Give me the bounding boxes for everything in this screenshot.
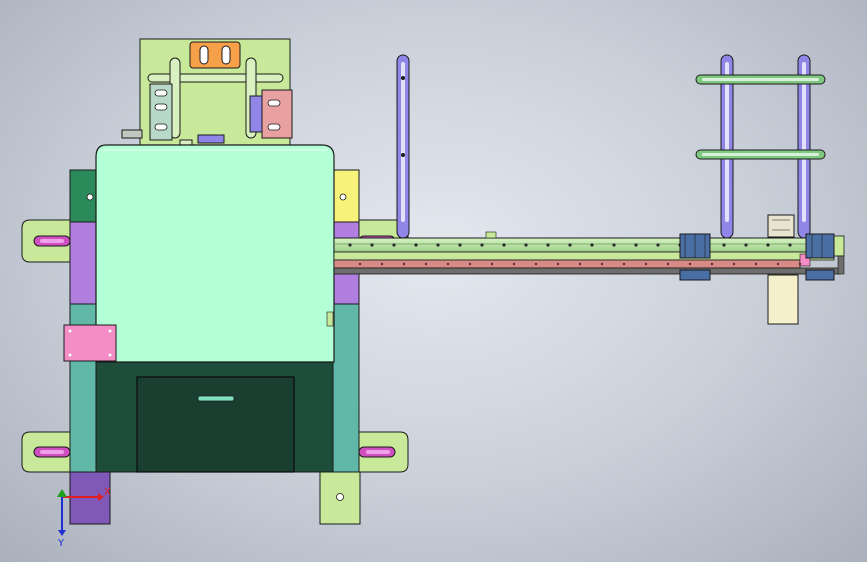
origin-marker	[57, 489, 67, 497]
belt-bolt	[644, 262, 648, 266]
lower-cabinet	[95, 361, 334, 473]
belt-bolt	[512, 262, 516, 266]
rail-bolt	[634, 243, 638, 247]
main-hood	[95, 144, 335, 363]
purple-column-block	[69, 221, 97, 305]
belt-bolt	[424, 262, 428, 266]
rail-top	[333, 237, 835, 253]
belt-bolt	[622, 262, 626, 266]
rail-bolt	[656, 243, 660, 247]
rail-bolt	[744, 243, 748, 247]
horizontal-slot-bar	[147, 73, 284, 83]
rail-bolt	[766, 243, 770, 247]
pink-label-plate	[63, 324, 117, 362]
belt-bolt	[776, 262, 780, 266]
motor-unit-left	[679, 233, 711, 281]
belt-bolt	[578, 262, 582, 266]
orange-clamp-block	[189, 41, 241, 69]
belt-bolt	[688, 262, 692, 266]
rail-bolt	[348, 243, 352, 247]
top-bracket-assembly	[121, 38, 293, 147]
left-vertical-slide	[396, 54, 410, 239]
machine-drawing: X Y	[21, 38, 845, 549]
rail-bolt	[436, 243, 440, 247]
rail-bolt	[524, 243, 528, 247]
rail-bolt	[546, 243, 550, 247]
belt-bolt	[534, 262, 538, 266]
hanging-cream-block	[767, 274, 799, 325]
belt-bolt	[710, 262, 714, 266]
belt-bolt	[556, 262, 560, 266]
gear-housing	[767, 214, 795, 238]
rail-bolt	[722, 243, 726, 247]
rail-bolt	[370, 243, 374, 247]
belt-bolt	[358, 262, 362, 266]
conveyor-arm	[333, 231, 845, 275]
left-mounting-feet	[21, 219, 71, 473]
drawer-handle	[197, 395, 235, 402]
salmon-plate	[261, 89, 293, 139]
hood-panel	[95, 144, 335, 363]
belt-bolt	[490, 262, 494, 266]
y-axis-label: Y	[57, 538, 65, 549]
belt-bolt	[732, 262, 736, 266]
rail-bolt	[458, 243, 462, 247]
rail-bolt	[612, 243, 616, 247]
motor-unit-right	[805, 233, 835, 281]
rail-bolt	[414, 243, 418, 247]
belt-bolt	[754, 262, 758, 266]
rail-bolt	[568, 243, 572, 247]
belt-bolt	[402, 262, 406, 266]
right-slide-frame	[695, 54, 826, 325]
rail-bottom	[333, 267, 841, 275]
rail-bolt	[788, 243, 792, 247]
cad-viewport[interactable]: X Y	[0, 0, 867, 562]
belt-bolt	[446, 262, 450, 266]
teal-right-column	[332, 303, 360, 473]
belt-bolt	[468, 262, 472, 266]
cabinet-drawer	[136, 376, 295, 473]
belt-bolt	[798, 262, 802, 266]
rail-mid	[333, 251, 835, 261]
purple-slider-block	[249, 95, 263, 133]
belt-bolt	[380, 262, 384, 266]
rail-bolt	[480, 243, 484, 247]
rail-bolt	[392, 243, 396, 247]
rail-bolt	[502, 243, 506, 247]
belt-bolt	[600, 262, 604, 266]
rail-bolt	[590, 243, 594, 247]
belt-bolt	[666, 262, 670, 266]
x-axis-label: X	[104, 487, 111, 498]
